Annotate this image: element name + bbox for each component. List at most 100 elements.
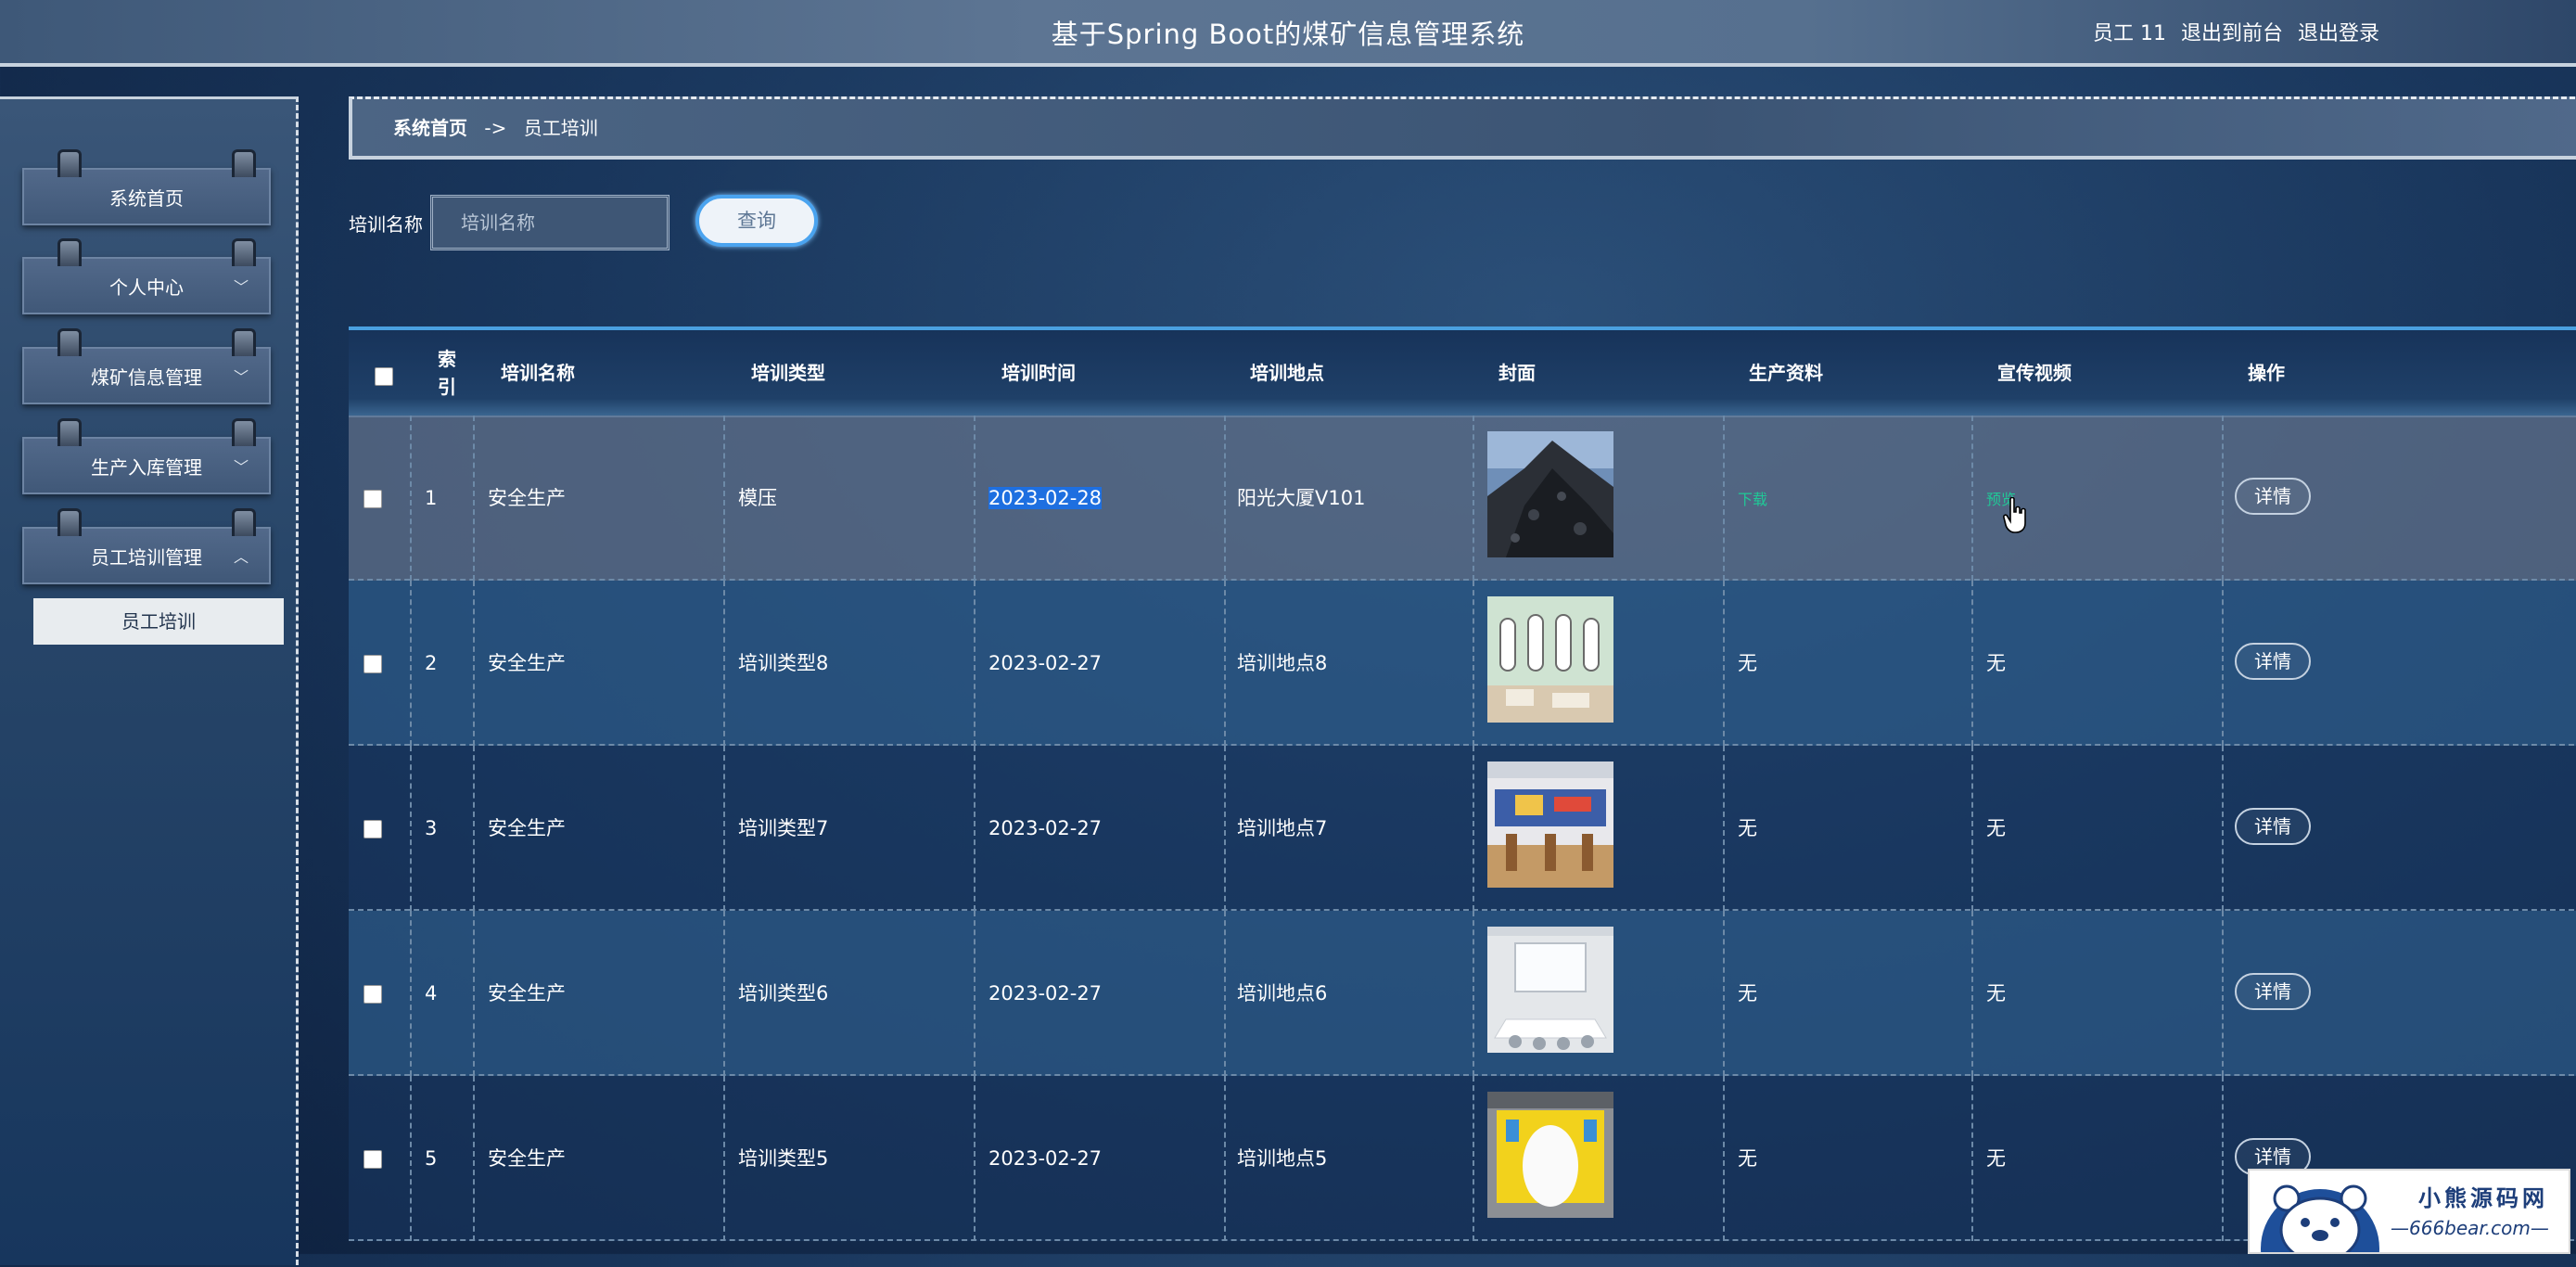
search-label: 培训名称 [349,213,423,236]
detail-button[interactable]: 详情 [2235,478,2311,515]
cell-index: 2 [425,652,438,674]
clip-decoration [57,328,82,356]
selected-time-text: 2023-02-28 [988,487,1103,509]
row-checkbox[interactable] [363,655,382,673]
select-all-checkbox[interactable] [375,367,393,386]
chevron-up-icon: ︿ [233,548,249,566]
cell-material: 无 [1738,1147,1757,1170]
chevron-down-icon: ﹀ [233,458,249,476]
row-checkbox[interactable] [363,985,382,1004]
search-button[interactable]: 查询 [695,195,818,247]
cell-index: 4 [425,982,438,1005]
row-checkbox[interactable] [363,490,382,508]
cell-video: 无 [1986,1147,2006,1170]
cell-index: 5 [425,1147,438,1170]
sidebar: 系统首页 个人中心 ﹀ 煤矿信息管理 ﹀ 生产入库管理 ﹀ 员工培训管理 ︿ 员… [0,96,299,1265]
cell-material: 无 [1738,982,1757,1005]
sidebar-item-label: 个人中心 [109,276,184,299]
sidebar-item-coal-info[interactable]: 煤矿信息管理 ﹀ [22,328,271,404]
chevron-down-icon: ﹀ [233,278,249,296]
detail-button[interactable]: 详情 [2235,808,2311,845]
table-row: 5 安全生产 培训类型5 2023-02-27 培训地点5 无 无 详情 [349,1076,2576,1241]
clip-decoration [232,149,256,177]
cell-type: 培训类型8 [738,652,829,674]
back-to-front-link[interactable]: 退出到前台 [2181,17,2283,46]
cover-image[interactable] [1487,761,1613,888]
clip-decoration [57,149,82,177]
breadcrumb-home[interactable]: 系统首页 [393,117,467,139]
sidebar-item-personal-center[interactable]: 个人中心 ﹀ [22,238,271,314]
header-actions: 员工 11 退出到前台 退出登录 [2093,17,2379,46]
cell-place: 阳光大厦V101 [1237,487,1366,509]
bear-logo-icon [2261,1184,2379,1252]
current-user: 员工 11 [2092,22,2166,45]
cell-name: 安全生产 [488,982,566,1005]
col-header-place: 培训地点 [1250,362,1324,384]
breadcrumb-separator: -> [484,117,507,139]
table-row: 2 安全生产 培训类型8 2023-02-27 培训地点8 无 无 详情 [349,581,2576,746]
row-checkbox[interactable] [363,1150,382,1169]
training-table: 索引 培训名称 培训类型 培训时间 培训地点 封面 生产资料 宣传视频 操作 1… [349,326,2576,1267]
cell-time: 2023-02-27 [988,1147,1103,1170]
clip-decoration [57,508,82,536]
cell-place: 培训地点8 [1237,652,1328,674]
cover-image[interactable] [1487,596,1613,723]
col-header-material: 生产资料 [1749,362,1823,384]
logout-link[interactable]: 退出登录 [2298,17,2379,46]
cover-image[interactable] [1487,927,1613,1053]
top-header: 基于Spring Boot的煤矿信息管理系统 员工 11 退出到前台 退出登录 [0,0,2576,67]
cell-type: 培训类型5 [738,1147,829,1170]
cell-name: 安全生产 [488,652,566,674]
cell-material: 下载 [1738,416,1767,581]
search-input[interactable] [430,195,670,250]
cell-type: 模压 [738,487,777,509]
cell-type: 培训类型7 [738,817,829,839]
col-header-video: 宣传视频 [1997,362,2072,384]
cell-name: 安全生产 [488,1147,566,1170]
cell-material: 无 [1738,652,1757,674]
col-header-cover: 封面 [1498,362,1536,384]
cell-place: 培训地点7 [1237,817,1328,839]
detail-button[interactable]: 详情 [2235,643,2311,680]
watermark-url: —666bear.com— [2391,1217,2549,1239]
chevron-down-icon: ﹀ [233,368,249,386]
watermark-logo: 小熊源码网 —666bear.com— [2248,1169,2570,1254]
hand-cursor-icon [2003,497,2026,533]
table-header: 索引 培训名称 培训类型 培训时间 培训地点 封面 生产资料 宣传视频 操作 [349,330,2576,417]
cell-material: 无 [1738,817,1757,839]
cell-video: 无 [1986,817,2006,839]
cell-time: 2023-02-28 [988,416,1103,581]
sidebar-item-label: 煤矿信息管理 [91,366,202,389]
sidebar-item-label: 生产入库管理 [91,456,202,479]
table-row: 3 安全生产 培训类型7 2023-02-27 培训地点7 无 无 详情 [349,746,2576,911]
sidebar-item-home[interactable]: 系统首页 [22,149,271,225]
cell-index: 3 [425,817,438,839]
cell-time: 2023-02-27 [988,982,1103,1005]
col-header-name: 培训名称 [501,362,575,384]
cell-time: 2023-02-27 [988,652,1103,674]
detail-button[interactable]: 详情 [2235,973,2311,1010]
cell-place: 培训地点5 [1237,1147,1328,1170]
sidebar-item-production-storage[interactable]: 生产入库管理 ﹀ [22,418,271,494]
sidebar-item-employee-training[interactable]: 员工培训管理 ︿ [22,508,271,584]
cell-index: 1 [425,487,438,509]
cover-image[interactable] [1487,1092,1613,1218]
breadcrumb-current: 员工培训 [523,117,598,139]
cell-name: 安全生产 [488,817,566,839]
clip-decoration [57,418,82,446]
cell-video: 无 [1986,652,2006,674]
row-checkbox[interactable] [363,820,382,838]
table-row: 1 安全生产 模压 2023-02-28 阳光大厦V101 下载 预览 详情 [349,416,2576,581]
submenu-item-employee-training[interactable]: 员工培训 [33,598,284,645]
cell-video: 无 [1986,982,2006,1005]
cover-image[interactable] [1487,431,1613,557]
download-link[interactable]: 下载 [1738,491,1767,508]
cell-time: 2023-02-27 [988,817,1103,839]
watermark-title: 小熊源码网 [2418,1185,2548,1211]
clip-decoration [57,238,82,266]
col-header-type: 培训类型 [751,362,825,384]
table-row: 4 安全生产 培训类型6 2023-02-27 培训地点6 无 无 详情 [349,911,2576,1076]
cell-name: 安全生产 [488,487,566,509]
breadcrumb: 系统首页 -> 员工培训 [349,96,2576,160]
sidebar-item-label: 系统首页 [109,187,184,210]
